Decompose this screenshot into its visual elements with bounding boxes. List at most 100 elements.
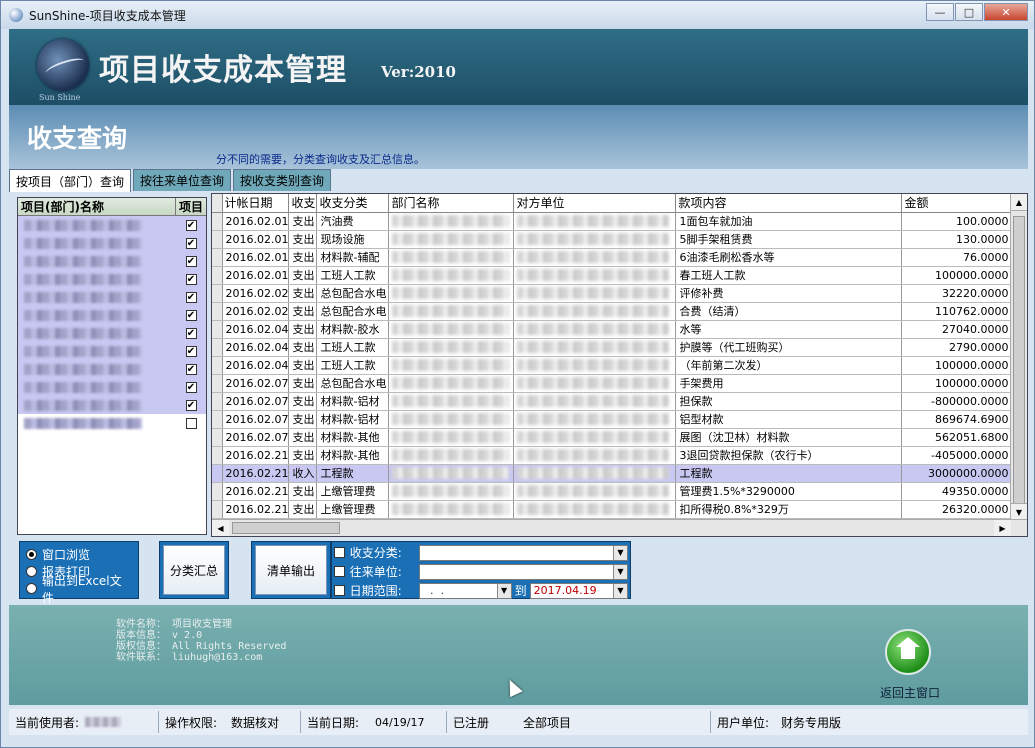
- cell-type: 支出: [288, 338, 318, 357]
- project-checkbox[interactable]: [185, 417, 197, 429]
- chevron-down-icon[interactable]: ▼: [613, 564, 627, 579]
- scroll-up-icon[interactable]: ▲: [1011, 194, 1027, 211]
- table-row[interactable]: 2016.02.07 支出 材料款-其他 展图（沈卫林）材料款 562051.6800: [212, 428, 1014, 447]
- minimize-button[interactable]: —: [926, 3, 954, 21]
- grid-vertical-scrollbar[interactable]: ▲ ▼: [1010, 194, 1027, 520]
- project-checkbox[interactable]: ✔: [185, 237, 197, 249]
- tab-by-project[interactable]: 按项目（部门）查询: [9, 169, 132, 192]
- row-indicator: [212, 464, 223, 483]
- cell-type: 支出: [288, 248, 318, 267]
- cell-category: 现场设施: [316, 230, 390, 249]
- tab-by-partner[interactable]: 按往来单位查询: [133, 169, 232, 191]
- status-permission: 操作权限: 数据核对: [159, 711, 301, 733]
- cell-content: 评修补费: [675, 284, 903, 303]
- radio-icon[interactable]: [26, 566, 37, 577]
- chevron-down-icon[interactable]: ▼: [613, 545, 627, 560]
- cell-type: 支出: [288, 410, 318, 429]
- table-row[interactable]: 2016.02.01 支出 汽油费 1面包车就加油 100.0000: [212, 212, 1014, 231]
- tab-by-category[interactable]: 按收支类别查询: [233, 169, 332, 191]
- cell-date: 2016.02.21: [222, 464, 290, 483]
- project-row[interactable]: ✔: [18, 342, 206, 360]
- col-category-header[interactable]: 收支分类: [316, 194, 390, 213]
- date-to-picker[interactable]: 2017.04.19 ▼: [529, 582, 628, 599]
- col-type-header[interactable]: 收支: [288, 194, 318, 213]
- project-row[interactable]: ✔: [18, 324, 206, 342]
- redacted-text: [392, 485, 509, 497]
- summary-button[interactable]: 分类汇总: [163, 545, 225, 595]
- project-row[interactable]: ✔: [18, 234, 206, 252]
- project-checkbox[interactable]: ✔: [185, 219, 197, 231]
- table-row[interactable]: 2016.02.01 支出 工班人工款 春工班人工款 100000.0000: [212, 266, 1014, 285]
- project-row[interactable]: ✔: [18, 216, 206, 234]
- scroll-left-icon[interactable]: ◀: [212, 520, 229, 536]
- home-button[interactable]: [885, 629, 931, 675]
- project-row[interactable]: ✔: [18, 378, 206, 396]
- cell-type: 支出: [288, 356, 318, 375]
- table-row[interactable]: 2016.02.02 支出 总包配合水电 评修补费 32220.0000: [212, 284, 1014, 303]
- redacted-text: [24, 273, 142, 285]
- close-button[interactable]: ✕: [984, 3, 1028, 21]
- table-row[interactable]: 2016.02.21 支出 上缴管理费 管理费1.5%*3290000 49350.00…: [212, 482, 1014, 501]
- table-row[interactable]: 2016.02.04 支出 工班人工款 护膜等（代工班购买） 2790.0000: [212, 338, 1014, 357]
- category-select[interactable]: ▼: [419, 544, 628, 561]
- project-row[interactable]: ✔: [18, 360, 206, 378]
- scroll-down-icon[interactable]: ▼: [1011, 503, 1027, 520]
- table-row[interactable]: 2016.02.01 支出 材料款-辅配 6油漆毛刷松香水等 76.0000: [212, 248, 1014, 267]
- cell-category: 工程款: [316, 464, 390, 483]
- table-row[interactable]: 2016.02.07 支出 材料款-铝材 担保款 -800000.0000: [212, 392, 1014, 411]
- table-row[interactable]: 2016.02.01 支出 现场设施 5脚手架租赁费 130.0000: [212, 230, 1014, 249]
- project-checkbox[interactable]: ✔: [185, 309, 197, 321]
- project-row[interactable]: ✔: [18, 252, 206, 270]
- scroll-thumb[interactable]: [1013, 216, 1025, 506]
- project-row[interactable]: ✔: [18, 288, 206, 306]
- filter-date-checkbox[interactable]: [334, 585, 345, 596]
- list-output-button[interactable]: 清单输出: [255, 545, 327, 595]
- option-window-browse[interactable]: 窗口浏览: [26, 546, 132, 563]
- grid-horizontal-scrollbar[interactable]: ◀ ▶: [212, 519, 1027, 536]
- hscroll-thumb[interactable]: [232, 522, 340, 534]
- option-export-excel[interactable]: 输出到Excel文件: [26, 574, 132, 605]
- software-name: 软件名称： 项目收支管理: [116, 619, 233, 630]
- table-row[interactable]: 2016.02.04 支出 材料款-胶水 水等 27040.0000: [212, 320, 1014, 339]
- chevron-down-icon[interactable]: ▼: [613, 583, 627, 598]
- col-date-header[interactable]: 计帐日期: [222, 194, 290, 213]
- project-checkbox[interactable]: ✔: [185, 345, 197, 357]
- table-row[interactable]: 2016.02.07 支出 材料款-铝材 铝型材款 869674.6900: [212, 410, 1014, 429]
- project-checkbox[interactable]: ✔: [185, 363, 197, 375]
- project-checkbox[interactable]: ✔: [185, 399, 197, 411]
- table-row[interactable]: 2016.02.07 支出 总包配合水电 手架费用 100000.0000: [212, 374, 1014, 393]
- table-row[interactable]: 2016.02.21 支出 材料款-其他 3退回贷款担保款（农行卡） -405000.0…: [212, 446, 1014, 465]
- table-row[interactable]: 2016.02.21 收入 工程款 工程款 3000000.0000: [212, 464, 1014, 483]
- project-name-redacted: [18, 270, 176, 288]
- date-from-picker[interactable]: . . ▼: [418, 582, 512, 599]
- project-row[interactable]: [18, 414, 206, 432]
- banner-version: Ver:2010: [381, 63, 456, 81]
- home-button-label[interactable]: 返回主窗口: [880, 684, 940, 701]
- project-checkbox[interactable]: ✔: [185, 273, 197, 285]
- maximize-button[interactable]: □: [955, 3, 983, 21]
- project-row[interactable]: ✔: [18, 396, 206, 414]
- col-content-header[interactable]: 款项内容: [675, 194, 903, 213]
- cell-amount: 49350.0000: [901, 482, 1014, 501]
- radio-icon[interactable]: [26, 549, 37, 560]
- project-row[interactable]: ✔: [18, 270, 206, 288]
- col-department-header[interactable]: 部门名称: [388, 194, 515, 213]
- scroll-right-icon[interactable]: ▶: [994, 520, 1011, 536]
- project-checkbox[interactable]: ✔: [185, 327, 197, 339]
- table-row[interactable]: 2016.02.02 支出 总包配合水电 合费（结清） 110762.0000: [212, 302, 1014, 321]
- filter-category-checkbox[interactable]: [334, 547, 345, 558]
- filter-partner-checkbox[interactable]: [334, 566, 345, 577]
- project-row[interactable]: ✔: [18, 306, 206, 324]
- col-amount-header[interactable]: 金额: [901, 194, 1014, 213]
- table-row[interactable]: 2016.02.04 支出 工班人工款 （年前第二次发） 100000.0000: [212, 356, 1014, 375]
- project-checkbox[interactable]: ✔: [185, 255, 197, 267]
- project-name-redacted: [18, 288, 176, 306]
- project-checkbox[interactable]: ✔: [185, 381, 197, 393]
- chevron-down-icon[interactable]: ▼: [496, 583, 511, 598]
- cell-category: 工班人工款: [316, 338, 390, 357]
- radio-icon[interactable]: [26, 583, 37, 594]
- partner-select[interactable]: ▼: [419, 563, 628, 580]
- table-row[interactable]: 2016.02.21 支出 上缴管理费 扣所得税0.8%*329万 26320.0000: [212, 500, 1014, 519]
- col-partner-header[interactable]: 对方单位: [513, 194, 677, 213]
- project-checkbox[interactable]: ✔: [185, 291, 197, 303]
